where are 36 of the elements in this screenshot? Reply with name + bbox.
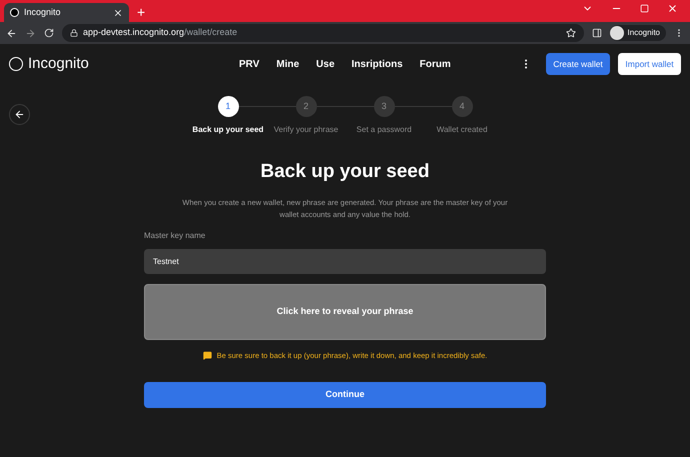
import-wallet-button[interactable]: Import wallet — [618, 53, 681, 75]
continue-button[interactable]: Continue — [144, 382, 546, 408]
tab-favicon-icon — [10, 8, 19, 17]
step-label: Back up your seed — [192, 124, 264, 136]
field-label: Master key name — [144, 230, 206, 242]
back-button[interactable] — [9, 104, 30, 125]
reveal-phrase-panel[interactable]: Click here to reveal your phrase — [144, 284, 546, 340]
close-icon[interactable] — [113, 8, 123, 18]
browser-tab[interactable]: Incognito — [4, 3, 129, 22]
nav-link[interactable]: Insriptions — [352, 56, 403, 72]
back-arrow-icon — [14, 109, 25, 120]
lock-icon — [70, 29, 78, 37]
step-label: Set a password — [356, 124, 412, 136]
forward-icon[interactable] — [25, 28, 36, 38]
nav-link[interactable]: Forum — [420, 56, 451, 72]
warning-icon — [202, 350, 212, 360]
reload-icon[interactable] — [44, 28, 54, 38]
back-icon[interactable] — [6, 28, 17, 38]
master-key-name-field[interactable]: Testnet — [144, 248, 546, 274]
new-tab-button[interactable]: + — [137, 5, 146, 19]
bookmark-star-icon[interactable] — [566, 28, 576, 38]
url-text: app-devtest.incognito.org/wallet/create — [83, 26, 238, 40]
address-bar[interactable]: app-devtest.incognito.org/wallet/create — [62, 24, 584, 42]
nav-link[interactable]: Mine — [276, 56, 300, 72]
nav-link[interactable]: Use — [316, 56, 335, 72]
logo-text: Incognito — [28, 54, 89, 74]
nav-link[interactable]: PRV — [239, 56, 260, 72]
incognito-avatar-icon — [610, 26, 624, 40]
create-wallet-button[interactable]: Create wallet — [546, 53, 610, 75]
page-title: Back up your seed — [260, 160, 430, 184]
profile-chip[interactable]: Incognito — [610, 25, 666, 41]
step-label: Wallet created — [436, 124, 488, 136]
tab-title: Incognito — [24, 6, 62, 19]
step-label: Verify your phrase — [274, 124, 338, 136]
maximize-icon[interactable] — [640, 4, 649, 13]
side-panel-icon[interactable] — [592, 28, 602, 38]
